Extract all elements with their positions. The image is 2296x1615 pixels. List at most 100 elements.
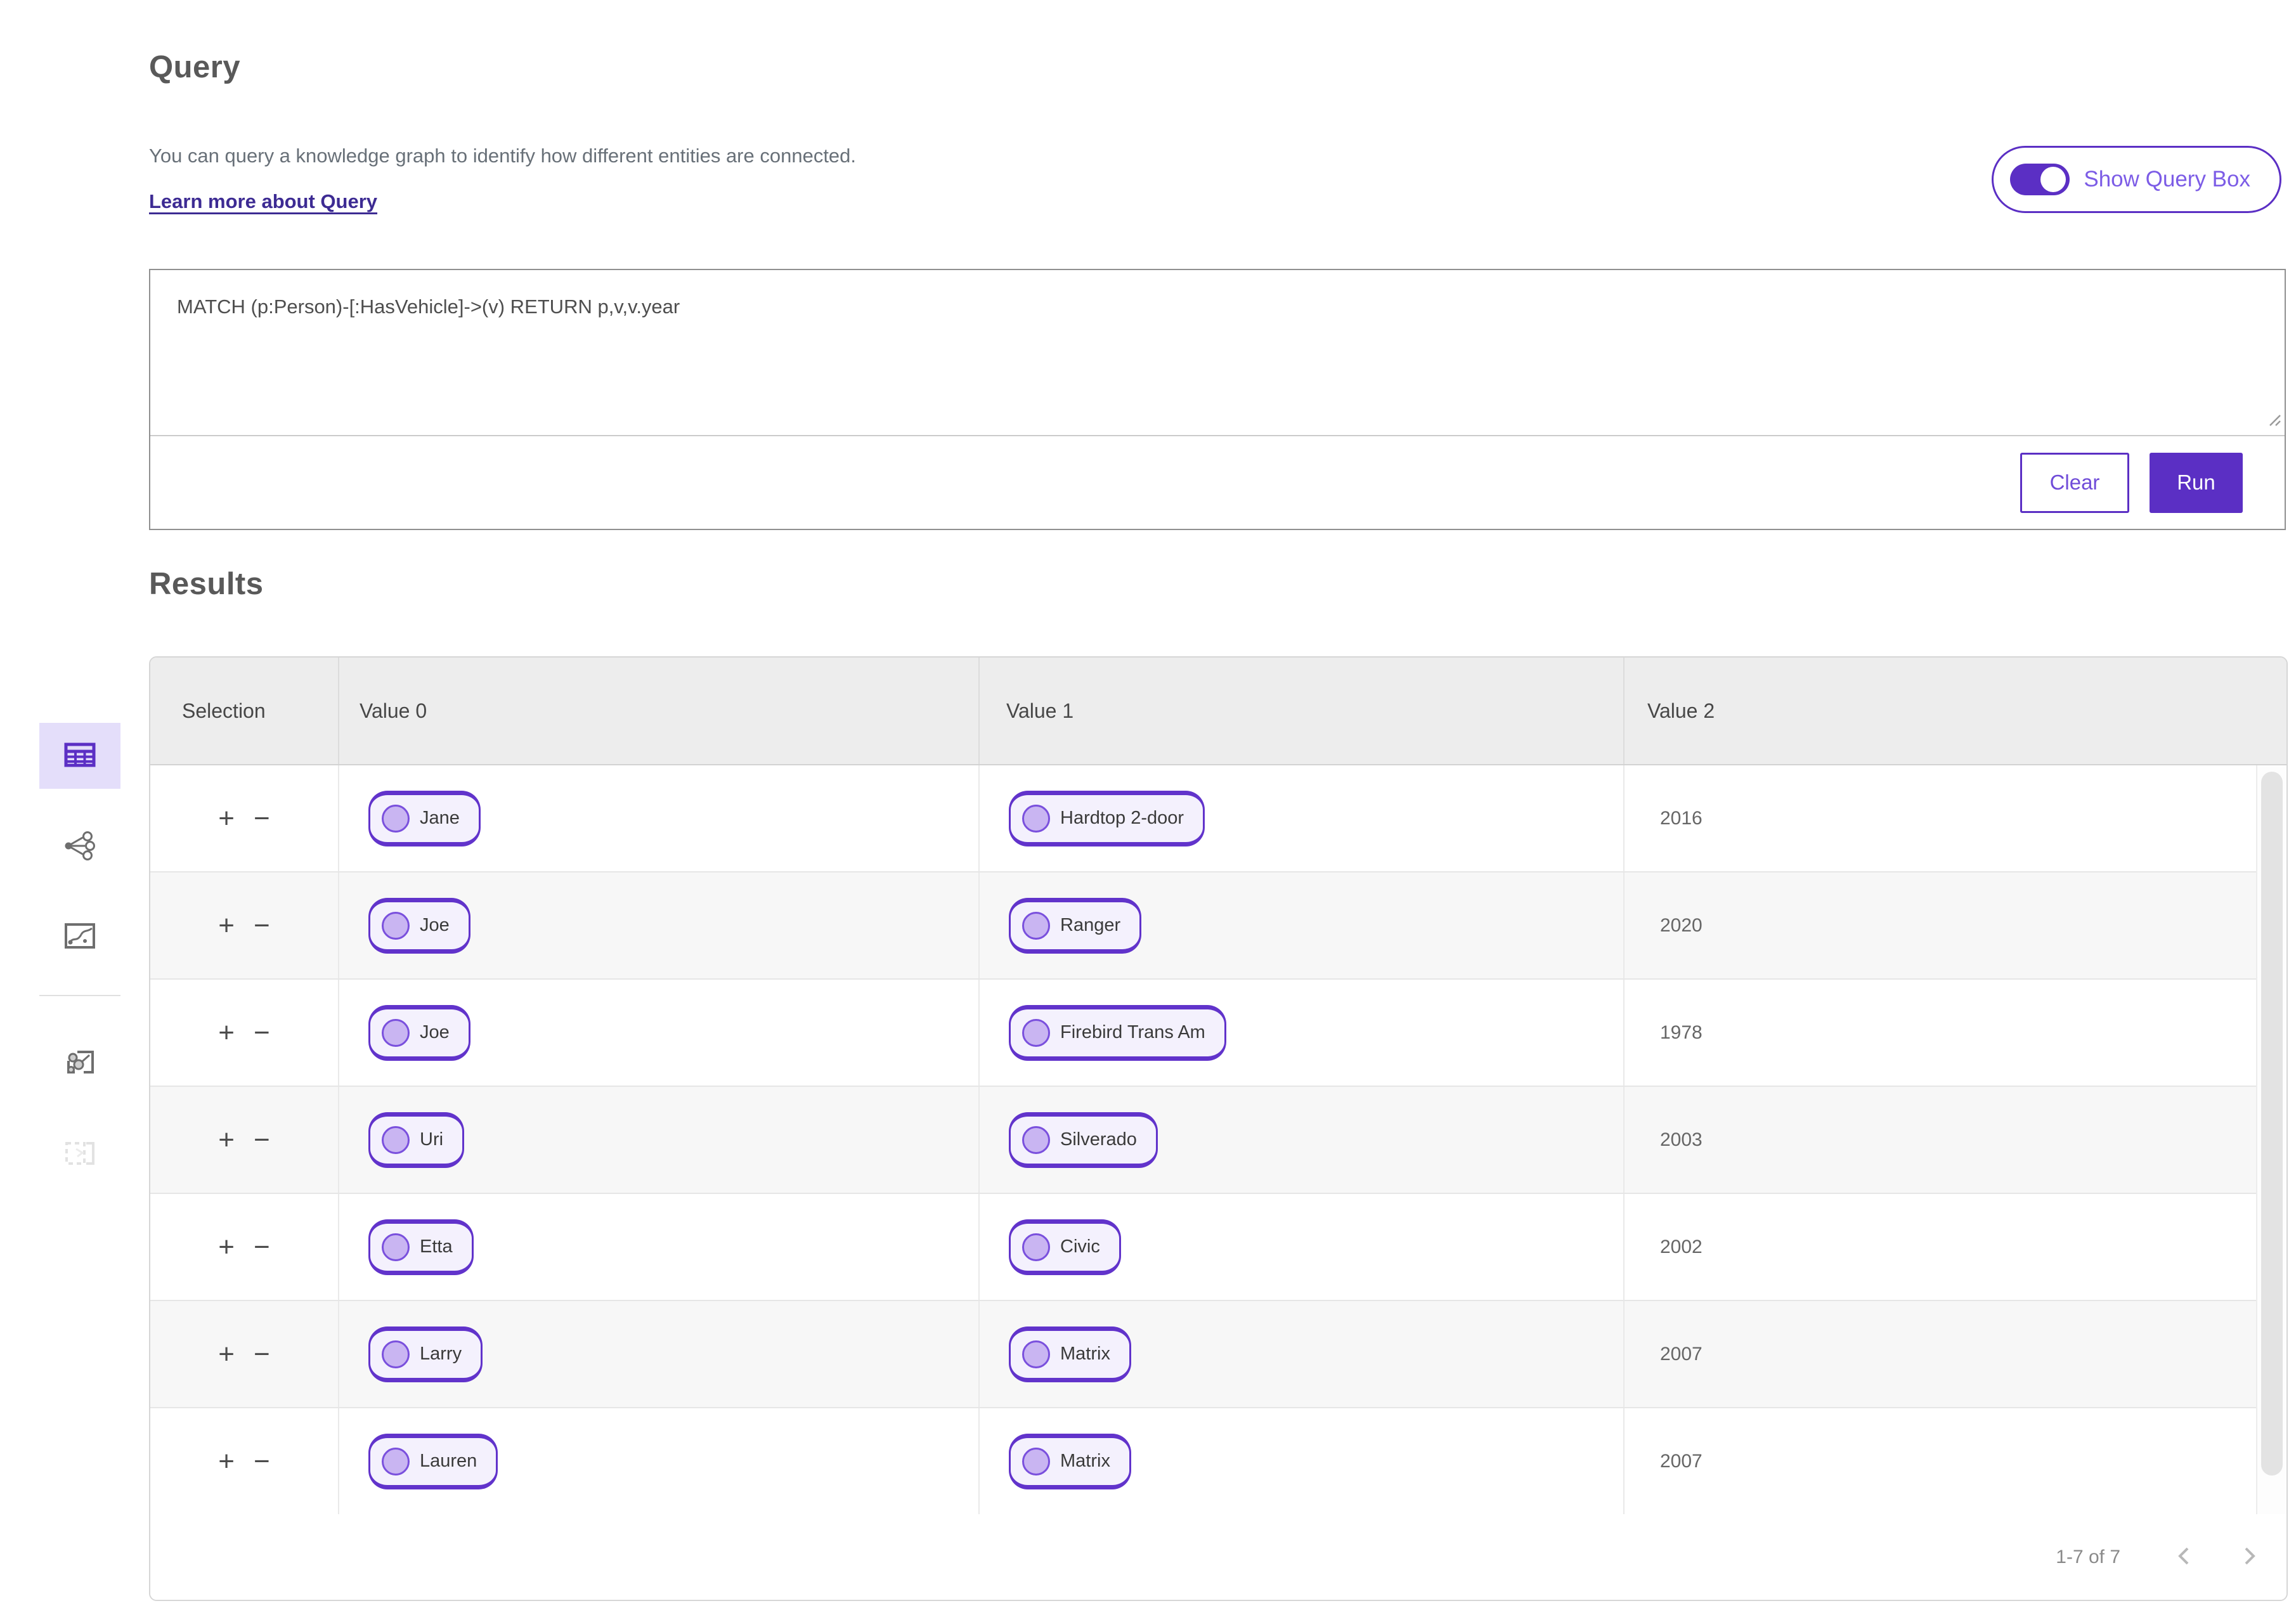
- node-label: Silverado: [1060, 1129, 1137, 1150]
- sidebar-item-map-view[interactable]: [39, 904, 120, 970]
- year-value: 2020: [1660, 914, 1703, 936]
- node-icon: [1022, 1125, 1050, 1154]
- node-label: Ranger: [1060, 915, 1121, 935]
- node-label: Lauren: [420, 1451, 477, 1471]
- learn-more-link[interactable]: Learn more about Query: [149, 190, 377, 213]
- remove-from-selection-button[interactable]: −: [254, 1233, 270, 1261]
- table-row: + − Lauren Matrix 2007: [150, 1408, 2256, 1514]
- year-value: 2016: [1660, 807, 1703, 829]
- pagination-next-button[interactable]: [2232, 1540, 2267, 1575]
- node-icon: [382, 1018, 410, 1047]
- value2-cell: 2007: [1625, 1301, 2256, 1407]
- add-to-selection-button[interactable]: +: [218, 1018, 235, 1047]
- selection-cell: + −: [150, 1087, 339, 1193]
- add-to-selection-button[interactable]: +: [218, 1340, 235, 1368]
- query-actions-bar: Clear Run: [150, 436, 2285, 529]
- query-page: Query You can query a knowledge graph to…: [149, 0, 2288, 1615]
- query-editor-panel: MATCH (p:Person)-[:HasVehicle]->(v) RETU…: [149, 269, 2286, 530]
- node-pill[interactable]: Etta: [368, 1219, 474, 1275]
- value1-cell: Matrix: [980, 1301, 1625, 1407]
- node-icon: [1022, 1233, 1050, 1261]
- column-header-selection: Selection: [150, 658, 339, 764]
- value0-cell: Joe: [339, 872, 980, 978]
- rail-divider: [39, 995, 120, 996]
- column-header-value2: Value 2: [1647, 699, 1715, 722]
- column-header-value1: Value 1: [980, 658, 1625, 764]
- node-pill[interactable]: Matrix: [1009, 1326, 1131, 1382]
- table-row: + − Joe Firebird Trans Am 1978: [150, 980, 2256, 1087]
- node-pill[interactable]: Hardtop 2-door: [1009, 790, 1205, 846]
- node-label: Joe: [420, 915, 450, 935]
- node-pill[interactable]: Lauren: [368, 1433, 498, 1489]
- value0-cell: Jane: [339, 765, 980, 871]
- add-to-selection-button[interactable]: +: [218, 911, 235, 940]
- table-body: + − Jane Hardtop 2-door 2016 + − Joe Ran…: [150, 765, 2286, 1514]
- table-header-row: Selection Value 0 Value 1 Value 2: [150, 658, 2286, 765]
- run-button[interactable]: Run: [2150, 452, 2243, 513]
- node-icon: [382, 911, 410, 940]
- show-query-box-toggle[interactable]: Show Query Box: [1992, 146, 2281, 213]
- node-pill[interactable]: Ranger: [1009, 897, 1142, 954]
- node-icon: [1022, 911, 1050, 940]
- node-label: Jane: [420, 808, 460, 828]
- sidebar-item-graph-view[interactable]: [39, 814, 120, 879]
- node-label: Joe: [420, 1022, 450, 1042]
- table-scrollbar-track[interactable]: [2256, 765, 2286, 1514]
- node-pill[interactable]: Matrix: [1009, 1433, 1131, 1489]
- add-to-selection-button[interactable]: +: [218, 1233, 235, 1261]
- table-row: + − Larry Matrix 2007: [150, 1301, 2256, 1408]
- node-pill[interactable]: Jane: [368, 790, 481, 846]
- node-pill[interactable]: Silverado: [1009, 1112, 1158, 1168]
- node-pill[interactable]: Civic: [1009, 1219, 1121, 1275]
- table-row: + − Uri Silverado 2003: [150, 1087, 2256, 1194]
- node-label: Hardtop 2-door: [1060, 808, 1184, 828]
- pagination-prev-button[interactable]: [2166, 1540, 2202, 1575]
- node-pill[interactable]: Uri: [368, 1112, 465, 1168]
- sidebar-item-table-view[interactable]: [39, 723, 120, 789]
- node-icon: [382, 1125, 410, 1154]
- map-view-icon: [63, 920, 96, 955]
- remove-from-selection-button[interactable]: −: [254, 1447, 270, 1476]
- remove-from-selection-button[interactable]: −: [254, 1018, 270, 1047]
- value2-cell: 1978: [1625, 980, 2256, 1086]
- remove-from-selection-button[interactable]: −: [254, 911, 270, 940]
- value2-cell: 2002: [1625, 1194, 2256, 1300]
- selection-cell: + −: [150, 1408, 339, 1514]
- node-icon: [382, 804, 410, 833]
- remove-from-selection-button[interactable]: −: [254, 1340, 270, 1368]
- value1-cell: Hardtop 2-door: [980, 765, 1625, 871]
- node-pill[interactable]: Joe: [368, 897, 470, 954]
- value2-cell: 2007: [1625, 1408, 2256, 1514]
- value0-cell: Joe: [339, 980, 980, 1086]
- region-select-icon: [63, 1138, 96, 1172]
- add-to-selection-button[interactable]: +: [218, 1125, 235, 1154]
- value1-cell: Silverado: [980, 1087, 1625, 1193]
- node-pill[interactable]: Firebird Trans Am: [1009, 1004, 1226, 1061]
- value2-cell: 2016: [1625, 765, 2256, 871]
- toggle-knob: [2040, 167, 2066, 192]
- table-row: + − Joe Ranger 2020: [150, 872, 2256, 980]
- query-text: MATCH (p:Person)-[:HasVehicle]->(v) RETU…: [177, 295, 680, 318]
- view-switcher-rail: [39, 723, 120, 1212]
- remove-from-selection-button[interactable]: −: [254, 804, 270, 833]
- sidebar-item-region-select: [39, 1122, 120, 1188]
- table-view-icon: [63, 739, 96, 774]
- node-pill[interactable]: Larry: [368, 1326, 483, 1382]
- graph-map-view-icon: [63, 1047, 96, 1082]
- page-title: Query: [149, 50, 241, 84]
- node-icon: [1022, 804, 1050, 833]
- remove-from-selection-button[interactable]: −: [254, 1125, 270, 1154]
- node-pill[interactable]: Joe: [368, 1004, 470, 1061]
- add-to-selection-button[interactable]: +: [218, 804, 235, 833]
- table-scrollbar-thumb[interactable]: [2261, 772, 2283, 1476]
- value1-cell: Matrix: [980, 1408, 1625, 1514]
- selection-cell: + −: [150, 1194, 339, 1300]
- resize-handle-icon[interactable]: [2264, 409, 2281, 432]
- graph-view-icon: [63, 829, 96, 864]
- value0-cell: Larry: [339, 1301, 980, 1407]
- year-value: 2003: [1660, 1129, 1703, 1150]
- query-textarea[interactable]: MATCH (p:Person)-[:HasVehicle]->(v) RETU…: [150, 270, 2285, 436]
- sidebar-item-graph-map-view[interactable]: [39, 1031, 120, 1097]
- clear-button[interactable]: Clear: [2020, 452, 2129, 513]
- add-to-selection-button[interactable]: +: [218, 1447, 235, 1476]
